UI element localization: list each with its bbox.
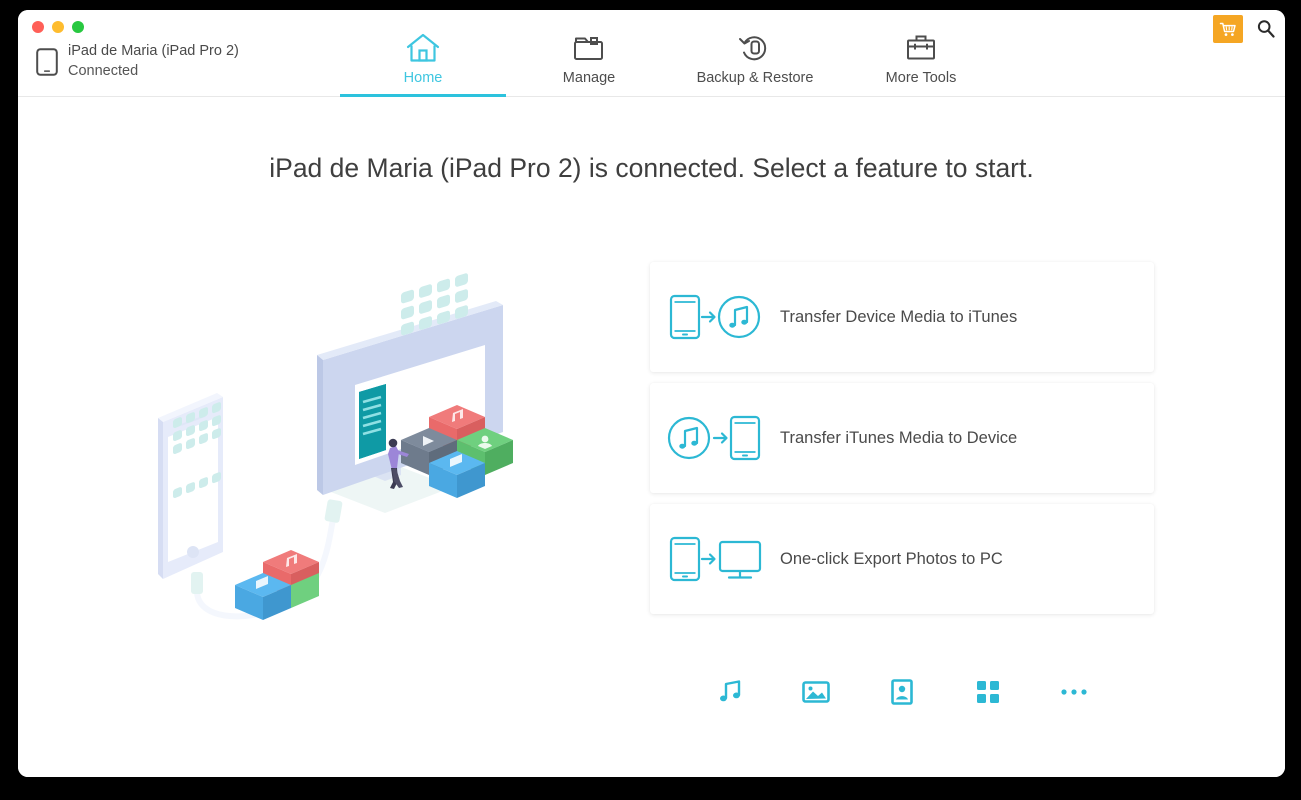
tab-home-label: Home: [403, 70, 443, 86]
page-title: iPad de Maria (iPad Pro 2) is connected.…: [269, 153, 1034, 183]
tab-manage[interactable]: Manage: [506, 10, 672, 97]
titlebar: iPad de Maria (iPad Pro 2) Connected Hom…: [18, 10, 1285, 97]
card-transfer-itunes-media-to-device[interactable]: Transfer iTunes Media to Device: [650, 383, 1154, 493]
device-to-itunes-icon: [650, 291, 780, 343]
media-boxes-small: [235, 550, 319, 620]
toolbox-icon: [903, 31, 939, 65]
quick-contacts[interactable]: [885, 675, 919, 709]
cart-button[interactable]: [1213, 15, 1243, 43]
main-content: iPad de Maria (iPad Pro 2) is connected.…: [18, 97, 1285, 777]
device-info[interactable]: iPad de Maria (iPad Pro 2) Connected: [36, 42, 239, 81]
apps-grid-icon: [977, 681, 999, 703]
card-one-click-export-photos-to-pc[interactable]: One-click Export Photos to PC: [650, 504, 1154, 614]
photos-icon: [802, 681, 830, 703]
search-icon: [1257, 20, 1275, 38]
tab-backup-restore-label: Backup & Restore: [696, 70, 814, 86]
card-label: Transfer Device Media to iTunes: [780, 307, 1018, 326]
music-icon: [720, 680, 741, 702]
quick-photos[interactable]: [799, 675, 833, 709]
contacts-icon: [891, 679, 913, 705]
traffic-lights: [32, 21, 84, 33]
shopping-cart-icon: [1219, 22, 1236, 36]
quick-apps[interactable]: [971, 675, 1005, 709]
zoom-button[interactable]: [72, 21, 84, 33]
restore-icon: [737, 31, 773, 65]
quick-access-bar: [650, 675, 1154, 709]
home-icon: [405, 31, 441, 65]
quick-music[interactable]: [713, 675, 747, 709]
minimize-button[interactable]: [52, 21, 64, 33]
tab-backup-restore[interactable]: Backup & Restore: [672, 10, 838, 97]
feature-cards: Transfer Device Media to iTunes Transfer…: [650, 262, 1154, 625]
itunes-to-device-icon: [650, 412, 780, 464]
header-actions: [1213, 15, 1279, 43]
ipad-icon: [36, 47, 58, 76]
search-button[interactable]: [1253, 15, 1279, 43]
app-window: iPad de Maria (iPad Pro 2) Connected Hom…: [18, 10, 1285, 777]
tab-more-tools-label: More Tools: [885, 70, 957, 86]
phone-illustration: [158, 393, 223, 579]
device-status: Connected: [68, 62, 139, 79]
tab-home[interactable]: Home: [340, 10, 506, 97]
folder-icon: [571, 31, 607, 65]
connection-illustration: [123, 247, 573, 647]
tab-more-tools[interactable]: More Tools: [838, 10, 1004, 97]
close-button[interactable]: [32, 21, 44, 33]
device-name: iPad de Maria (iPad Pro 2): [68, 43, 239, 59]
card-label: One-click Export Photos to PC: [780, 549, 1003, 568]
device-to-pc-icon: [650, 533, 780, 585]
main-tabs: Home Manage Backup & Restore More Tools: [340, 10, 1004, 97]
card-transfer-device-media-to-itunes[interactable]: Transfer Device Media to iTunes: [650, 262, 1154, 372]
more-ellipsis-icon: [1061, 689, 1087, 695]
quick-more[interactable]: [1057, 675, 1091, 709]
tab-manage-label: Manage: [562, 70, 616, 86]
card-label: Transfer iTunes Media to Device: [780, 428, 1018, 447]
